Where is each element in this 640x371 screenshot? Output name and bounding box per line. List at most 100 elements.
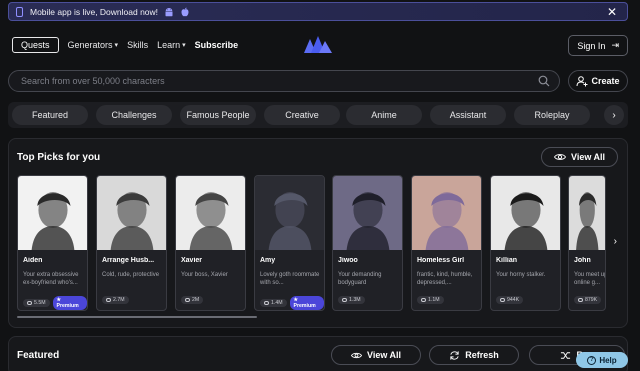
android-icon[interactable] [164,7,174,17]
add-user-icon [576,76,588,87]
chat-count-badge: 1.4M [260,299,287,307]
create-label: Create [591,76,620,86]
character-card-killian[interactable]: Killian Your horny stalker. 944K [490,175,561,311]
character-name: Killian [496,257,518,264]
chat-count: 2.7M [113,297,125,303]
character-portrait [97,176,166,250]
section-title: Top Picks for you [17,152,101,163]
category-famous-people[interactable]: Famous People [180,105,256,125]
chat-count-badge: 5.5M [23,299,50,307]
premium-label: Premium [293,303,316,309]
premium-label: Premium [56,303,79,309]
character-portrait [412,176,481,250]
view-all-label: View All [570,152,605,162]
search-input[interactable] [21,76,521,86]
chat-count: 879K [585,297,598,303]
category-featured[interactable]: Featured [12,105,88,125]
chat-count-badge: 2M [181,296,204,304]
eye-icon [553,154,566,160]
app-download-banner: Mobile app is live, Download now! ✕ [8,2,628,21]
section-title: Featured [17,350,60,361]
learn-label: Learn [157,40,181,50]
card-stats: 944K [496,296,524,304]
category-assistant[interactable]: Assistant [430,105,506,125]
refresh-icon [450,350,459,360]
skills-link[interactable]: Skills [127,40,148,50]
chat-count-badge: 1.1M [417,296,444,304]
refresh-label: Refresh [465,350,499,360]
brand-logo-icon[interactable] [304,35,332,53]
character-name: Arrange Husb... [102,257,155,264]
card-stats: 1.1M [417,296,444,304]
search-icon[interactable] [538,75,550,87]
category-tabs: Featured Challenges Famous People Creati… [8,102,628,128]
eye-icon [350,352,362,358]
chat-count: 2M [192,297,200,303]
character-name: Xavier [181,257,203,264]
featured-view-all-button[interactable]: View All [331,345,421,365]
create-button[interactable]: Create [568,70,628,92]
chat-count-badge: 2.7M [102,296,129,304]
character-name: Amy [260,257,276,264]
chat-count: 1.3M [349,297,361,303]
character-card-aiden[interactable]: Aiden Your extra obsessive ex-boyfriend w… [17,175,88,311]
category-creative[interactable]: Creative [264,105,340,125]
chat-icon [106,298,111,302]
close-icon[interactable]: ✕ [607,5,617,19]
premium-badge: ★ Premium [289,296,324,310]
card-stats: 879K [574,296,602,304]
chat-count-badge: 1.3M [338,296,365,304]
apple-icon[interactable] [180,7,190,17]
category-challenges[interactable]: Challenges [96,105,172,125]
card-stats: 1.4M ★ Premium [260,296,324,310]
horizontal-scrollbar[interactable] [17,316,257,318]
featured-section: Featured View All Refresh Ran [8,336,628,371]
sign-in-label: Sign In [577,40,606,51]
character-portrait [18,176,87,250]
character-portrait [176,176,245,250]
view-all-button[interactable]: View All [540,147,618,167]
character-description: frantic, kind, humble, depressed,... [417,272,473,287]
chat-icon [578,298,583,302]
top-nav: Quests Generators ▾ Skills Learn ▾ Subsc… [12,35,628,56]
generators-menu[interactable]: Generators ▾ [68,40,119,50]
character-card-john[interactable]: John You meet up your online g... 879K [568,175,606,311]
premium-badge: ★ Premium [52,296,87,310]
generators-label: Generators [67,40,113,50]
shuffle-icon [561,351,571,359]
chevron-right-icon[interactable]: › [604,105,624,125]
chat-count: 944K [507,297,520,303]
card-stats: 5.5M ★ Premium [23,296,87,310]
help-icon: ? [587,355,597,365]
quests-button[interactable]: Quests [12,37,59,53]
character-description: You meet up your online g... [574,272,605,287]
chat-count: 5.5M [34,300,46,306]
refresh-button[interactable]: Refresh [429,345,519,365]
banner-text: Mobile app is live, Download now! [30,6,159,17]
character-portrait [333,176,402,250]
chat-icon [342,298,347,302]
character-name: Aiden [23,257,43,264]
chat-count-badge: 879K [574,296,602,304]
character-card-amy[interactable]: Amy Lovely goth roommate with so... 1.4M ★ … [254,175,325,311]
character-name: John [574,257,591,264]
sign-in-button[interactable]: Sign In ⇥ [568,35,628,56]
help-button[interactable]: ? Help [576,352,628,368]
phone-icon [16,6,23,17]
character-card-jiwoo[interactable]: Jiwoo Your demanding bodyguard 1.3M [332,175,403,311]
top-picks-section: Top Picks for you View All Aiden Your ext… [8,138,628,328]
character-name: Jiwoo [338,257,358,264]
chevron-right-icon[interactable]: › [614,236,617,247]
character-card-homeless-girl[interactable]: Homeless Girl frantic, kind, humble, depr… [411,175,482,311]
character-description: Your horny stalker. [496,272,546,278]
character-card-arrange-husband[interactable]: Arrange Husb... Cold, rude, protective 2.7… [96,175,167,311]
view-all-label: View All [366,350,401,360]
character-card-xavier[interactable]: Xavier Your boss, Xavier 2M [175,175,246,311]
category-anime[interactable]: Anime [346,105,422,125]
subscribe-link[interactable]: Subscribe [195,40,239,50]
card-stats: 2.7M [102,296,129,304]
learn-menu[interactable]: Learn ▾ [157,40,186,50]
chat-count-badge: 944K [496,296,524,304]
chat-count: 1.1M [428,297,440,303]
category-roleplay[interactable]: Roleplay [514,105,590,125]
